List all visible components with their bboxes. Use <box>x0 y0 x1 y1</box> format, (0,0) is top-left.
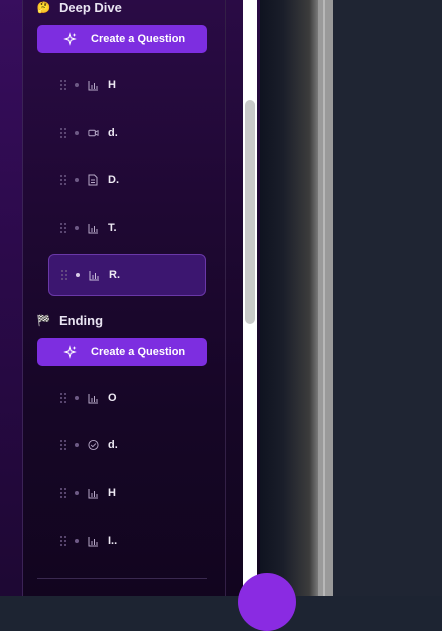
status-dot <box>76 273 80 277</box>
drag-handle-icon[interactable] <box>60 393 66 403</box>
section-title: Deep Dive <box>59 0 122 15</box>
section-header-deep-dive: 🤔 Deep Dive <box>37 0 122 17</box>
editor-pane <box>333 0 442 596</box>
chart-icon <box>89 270 100 281</box>
create-question-label: Create a Question <box>91 346 186 358</box>
question-title: H <box>108 79 116 91</box>
scrollbar-thumb[interactable] <box>245 100 255 324</box>
drag-handle-icon[interactable] <box>60 80 66 90</box>
question-item-selected[interactable]: R. <box>48 254 206 296</box>
question-title: I.. <box>108 535 118 547</box>
status-dot <box>75 443 79 447</box>
chart-icon <box>88 80 99 91</box>
floating-action-button[interactable] <box>238 573 296 631</box>
question-title: H <box>108 487 116 499</box>
question-item[interactable]: d. <box>48 424 206 466</box>
question-item[interactable]: O <box>48 377 206 419</box>
question-item[interactable]: H <box>48 472 206 514</box>
status-dot <box>75 83 79 87</box>
question-title: O <box>108 392 117 404</box>
sparkles-icon <box>63 345 77 359</box>
thinking-face-icon: 🤔 <box>36 1 51 14</box>
chart-icon <box>88 223 99 234</box>
question-sidebar: 🤔 Deep Dive Create a Question H d. D. T.… <box>0 0 260 596</box>
sparkles-icon <box>63 32 77 46</box>
question-item[interactable]: I.. <box>48 520 206 562</box>
section-header-ending: 🏁 Ending <box>37 310 103 330</box>
question-title: d. <box>108 127 118 139</box>
section-divider <box>37 578 207 579</box>
question-item[interactable]: H <box>48 64 206 106</box>
panel-shadow <box>260 0 318 596</box>
status-dot <box>75 131 79 135</box>
checkered-flag-icon: 🏁 <box>36 314 51 327</box>
status-dot <box>75 226 79 230</box>
question-item[interactable]: D. <box>48 159 206 201</box>
create-question-button[interactable]: Create a Question <box>37 25 207 53</box>
create-question-label: Create a Question <box>91 33 186 45</box>
status-dot <box>75 396 79 400</box>
video-icon <box>88 128 99 139</box>
chart-icon <box>88 393 99 404</box>
question-item[interactable]: T. <box>48 207 206 249</box>
resize-handle[interactable] <box>318 0 333 596</box>
drag-handle-icon[interactable] <box>61 270 67 280</box>
question-title: d. <box>108 439 118 451</box>
question-title: D. <box>108 174 119 186</box>
status-dot <box>75 539 79 543</box>
drag-handle-icon[interactable] <box>60 488 66 498</box>
question-title: R. <box>109 269 120 281</box>
drag-handle-icon[interactable] <box>60 440 66 450</box>
panel-border-right <box>225 0 226 596</box>
question-item[interactable]: d. <box>48 112 206 154</box>
drag-handle-icon[interactable] <box>60 175 66 185</box>
drag-handle-icon[interactable] <box>60 128 66 138</box>
check-circle-icon <box>88 439 99 451</box>
status-dot <box>75 491 79 495</box>
question-title: T. <box>108 222 117 234</box>
document-icon <box>88 174 99 186</box>
chart-icon <box>88 488 99 499</box>
panel-border-left <box>22 0 23 596</box>
status-dot <box>75 178 79 182</box>
drag-handle-icon[interactable] <box>60 223 66 233</box>
section-title: Ending <box>59 312 104 328</box>
chart-icon <box>88 536 99 547</box>
drag-handle-icon[interactable] <box>60 536 66 546</box>
create-question-button[interactable]: Create a Question <box>37 338 207 366</box>
